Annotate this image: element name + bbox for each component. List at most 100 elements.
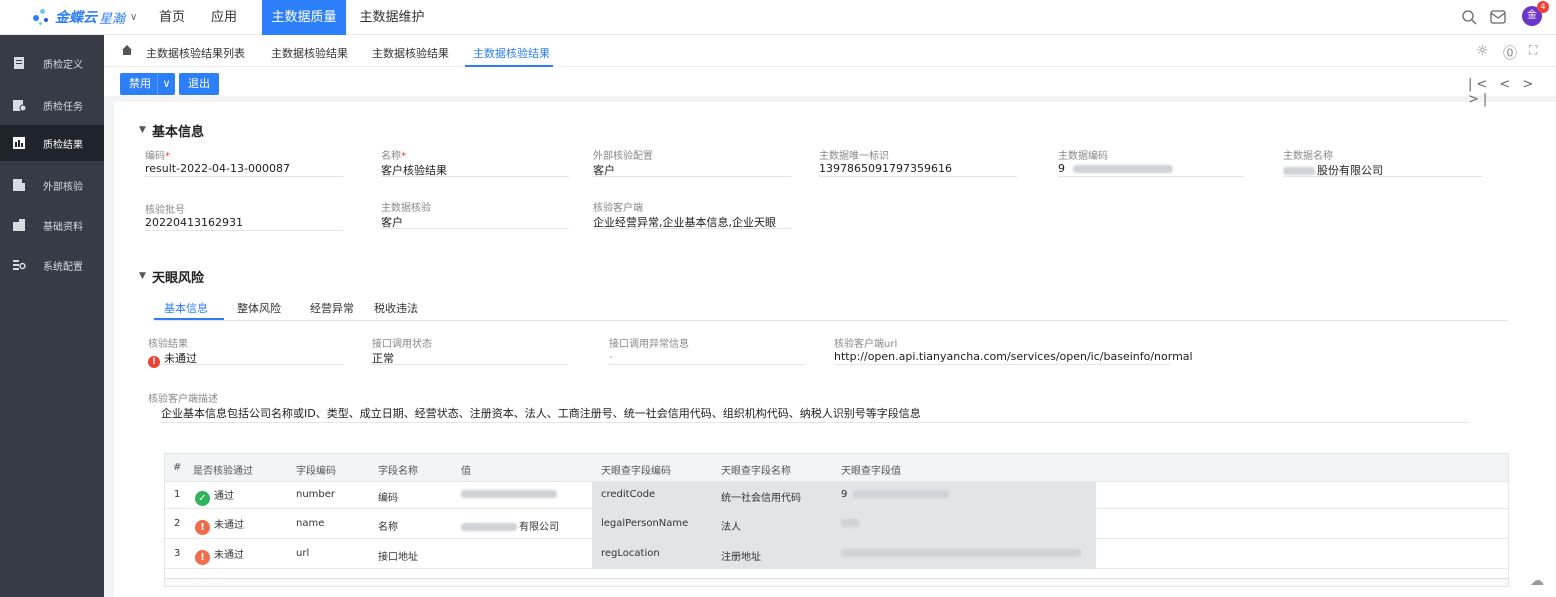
error-icon: ! bbox=[195, 550, 210, 565]
column-header[interactable]: 字段名称 bbox=[378, 462, 418, 477]
column-header[interactable]: 是否核验通过 bbox=[193, 462, 253, 477]
row-number: 3 bbox=[174, 548, 181, 559]
field-label: 主数据名称 bbox=[1283, 151, 1333, 162]
field-label: 编码* bbox=[145, 151, 170, 162]
field-value: 企业基本信息包括公司名称或ID、类型、成立日期、经营状态、注册资本、法人、工商注… bbox=[161, 407, 921, 420]
chevron-down-icon[interactable]: ∨ bbox=[130, 12, 137, 23]
field-name-cell: 接口地址 bbox=[378, 552, 418, 563]
chevron-down-icon[interactable]: ∨ bbox=[157, 73, 175, 95]
sidebar-item-quality-result[interactable]: 质检结果 bbox=[0, 125, 104, 161]
field-value: result-2022-04-13-000087 bbox=[145, 162, 290, 175]
sidebar-item-system-config[interactable]: 系统配置 bbox=[0, 247, 104, 283]
risk-tabs: 基本信息 整体风险 经营异常 税收违法 bbox=[154, 296, 1508, 321]
record-pager[interactable]: |< < > >| bbox=[1468, 77, 1556, 107]
field-client-url[interactable]: 核验客户端url http://open.api.tianyancha.com/… bbox=[834, 335, 1193, 365]
tianyan-code-cell: regLocation bbox=[601, 548, 660, 559]
field-name[interactable]: 名称* 客户核验结果 bbox=[381, 147, 569, 177]
column-header[interactable]: 天眼查字段值 bbox=[841, 462, 901, 477]
table-row[interactable]: 3 ! 未通过 url 接口地址 regLocation 注册地址 bbox=[165, 539, 1508, 569]
building-icon bbox=[13, 219, 25, 231]
top-bar: 金蝶云 星瀚 ∨ 首页 应用 主数据质量 主数据维护 金 4 bbox=[0, 0, 1556, 35]
sidebar-item-label: 外部核验 bbox=[43, 181, 83, 193]
exit-button[interactable]: 退出 bbox=[179, 73, 219, 95]
sidebar-item-label: 系统配置 bbox=[43, 261, 83, 273]
breadcrumb-item-current[interactable]: 主数据核验结果 bbox=[473, 45, 550, 61]
field-api-status[interactable]: 接口调用状态 正常 bbox=[372, 335, 568, 365]
error-icon: ! bbox=[195, 520, 210, 535]
field-mdm-check[interactable]: 主数据核验 客户 bbox=[381, 199, 569, 229]
sidebar-item-base-data[interactable]: 基础资料 bbox=[0, 207, 104, 243]
field-label: 核验客户端描述 bbox=[148, 394, 218, 405]
brand-name: 金蝶云 bbox=[55, 10, 97, 26]
sidebar-item-label: 质检结果 bbox=[43, 139, 83, 151]
topnav-mdm-quality[interactable]: 主数据质量 bbox=[262, 0, 346, 35]
field-value: - bbox=[609, 350, 613, 363]
message-icon[interactable] bbox=[1489, 8, 1507, 26]
tianyan-value-cell bbox=[841, 518, 859, 529]
column-header[interactable]: 天眼查字段编码 bbox=[601, 462, 671, 477]
config-icon bbox=[13, 260, 26, 270]
tab-tax-violation[interactable]: 税收违法 bbox=[374, 300, 418, 316]
field-value: 企业经营异常,企业基本信息,企业天眼 bbox=[593, 216, 776, 229]
horizontal-scrollbar[interactable] bbox=[165, 578, 1508, 586]
value-cell bbox=[461, 489, 557, 500]
tianyan-name-cell: 注册地址 bbox=[721, 552, 761, 563]
theme-icon[interactable]: ☼ bbox=[1476, 43, 1489, 59]
topnav-mdm-maintain[interactable]: 主数据维护 bbox=[350, 0, 434, 35]
table-row[interactable]: 2 ! 未通过 name 名称 有限公司 legalPersonName 法人 bbox=[165, 509, 1508, 539]
field-label: 核验结果 bbox=[148, 339, 188, 350]
brand-sub: 星瀚 bbox=[99, 11, 126, 27]
field-check-client[interactable]: 核验客户端 企业经营异常,企业基本信息,企业天眼 bbox=[593, 199, 791, 229]
column-header[interactable]: 天眼查字段名称 bbox=[721, 462, 791, 477]
sidebar-item-quality-task[interactable]: 质检任务 bbox=[0, 87, 104, 123]
redacted-blur bbox=[841, 549, 1081, 557]
sidebar-item-external-check[interactable]: 外部核验 bbox=[0, 167, 104, 203]
tianyan-value-cell: 9 bbox=[841, 489, 950, 500]
section-title-risk: 天眼风险 bbox=[152, 271, 205, 286]
table-row[interactable]: 1 ✓ 通过 number 编码 creditCode 统一社会信用代码 9 bbox=[165, 482, 1508, 509]
collapse-caret-icon[interactable]: ▼ bbox=[139, 125, 146, 135]
topnav-apps[interactable]: 应用 bbox=[202, 0, 246, 35]
brand-logo[interactable]: 金蝶云 星瀚 ∨ bbox=[31, 6, 137, 28]
value-cell: 有限公司 bbox=[461, 518, 559, 533]
column-header[interactable]: 值 bbox=[461, 462, 471, 477]
field-value: http://open.api.tianyancha.com/services/… bbox=[834, 350, 1193, 363]
search-icon[interactable] bbox=[1460, 8, 1478, 26]
tab-overall-risk[interactable]: 整体风险 bbox=[237, 300, 281, 316]
redacted-blur bbox=[841, 519, 859, 527]
field-mdm-name[interactable]: 主数据名称 股份有限公司 bbox=[1283, 147, 1483, 177]
field-name-cell: 名称 bbox=[378, 522, 398, 533]
field-batch-no[interactable]: 核验批号 20220413162931 bbox=[145, 201, 343, 231]
topnav-home[interactable]: 首页 bbox=[150, 0, 194, 35]
collapse-caret-icon[interactable]: ▼ bbox=[139, 271, 146, 281]
column-header[interactable]: 字段编码 bbox=[296, 462, 336, 477]
cloud-icon[interactable]: ☁ bbox=[1530, 573, 1544, 589]
field-label: 主数据唯一标识 bbox=[819, 151, 889, 162]
home-icon[interactable] bbox=[121, 44, 133, 56]
breadcrumb-item[interactable]: 主数据核验结果列表 bbox=[146, 45, 245, 61]
tab-basic-info[interactable]: 基本信息 bbox=[164, 300, 208, 316]
field-check-result[interactable]: 核验结果 ! 未通过 bbox=[148, 335, 344, 368]
fullscreen-icon[interactable]: ⛶ bbox=[1529, 43, 1537, 58]
field-code[interactable]: 编码* result-2022-04-13-000087 bbox=[145, 147, 343, 177]
field-client-description[interactable]: 核验客户端描述 企业基本信息包括公司名称或ID、类型、成立日期、经营状态、注册资… bbox=[148, 390, 1469, 423]
field-label: 核验客户端url bbox=[834, 339, 898, 350]
breadcrumb-item[interactable]: 主数据核验结果 bbox=[372, 45, 449, 61]
field-unique-id[interactable]: 主数据唯一标识 1397865091797359616 bbox=[819, 147, 1017, 177]
tab-business-abnormal[interactable]: 经营异常 bbox=[310, 300, 354, 316]
field-value: 1397865091797359616 bbox=[819, 162, 952, 175]
sidebar-item-label: 质检定义 bbox=[43, 59, 83, 71]
breadcrumb-item[interactable]: 主数据核验结果 bbox=[271, 45, 348, 61]
field-label: 名称* bbox=[381, 151, 406, 162]
disable-button[interactable]: 禁用 ∨ bbox=[120, 73, 175, 95]
field-label: 核验批号 bbox=[145, 205, 185, 216]
field-mdm-code[interactable]: 主数据编码 9 bbox=[1058, 147, 1244, 177]
field-api-error[interactable]: 接口调用异常信息 - bbox=[609, 335, 805, 365]
field-code-cell: number bbox=[296, 489, 336, 500]
help-icon[interactable]: ⓪ bbox=[1503, 43, 1517, 63]
field-external-config[interactable]: 外部核验配置 客户 bbox=[593, 147, 791, 177]
sidebar-item-label: 质检任务 bbox=[43, 101, 83, 113]
tianyan-code-cell: legalPersonName bbox=[601, 518, 689, 529]
sidebar-item-label: 基础资料 bbox=[43, 221, 83, 233]
sidebar-item-quality-definition[interactable]: 质检定义 bbox=[0, 45, 104, 81]
